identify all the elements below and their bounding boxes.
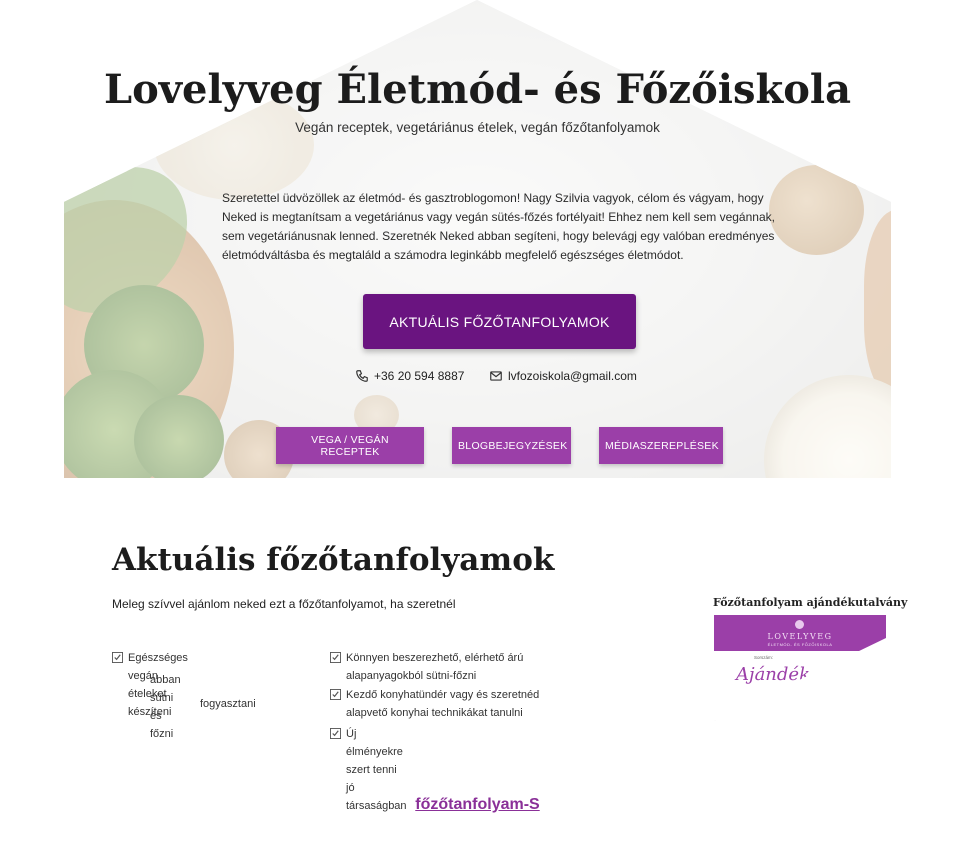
- courses-lead: Meleg szívvel ajánlom neked ezt a főzőta…: [112, 597, 456, 611]
- blog-posts-button[interactable]: BLOGBEJEGYZÉSEK: [452, 427, 571, 464]
- intro-text: Szeretettel üdvözöllek az életmód- és ga…: [222, 191, 775, 262]
- checklist-item: fogyasztani: [200, 695, 256, 713]
- envelope-icon: [490, 371, 502, 381]
- checkbox-icon: [112, 652, 123, 663]
- site-subtitle: Vegán receptek, vegetáriánus ételek, veg…: [295, 120, 660, 135]
- voucher-logo: LOVELYVEG: [767, 632, 833, 641]
- checkbox-icon: [330, 728, 341, 739]
- logo-icon: [795, 620, 804, 629]
- email-link[interactable]: lvfozoiskola@gmail.com: [489, 369, 637, 383]
- checklist-item: abban sütni és főzni: [150, 671, 181, 743]
- course-link[interactable]: főzőtanfolyam-S: [0, 796, 955, 814]
- gift-voucher-image[interactable]: LOVELYVEG ÉLETMÓD- ÉS FŐZŐISKOLA Sorszám…: [714, 615, 886, 721]
- checkbox-icon: [330, 652, 341, 663]
- voucher-title: Főzőtanfolyam ajándékutalvány: [713, 596, 908, 609]
- checkbox-icon: [330, 689, 341, 700]
- checklist-text: Kezdő konyhatündér vagy és szeretnéd ala…: [346, 689, 540, 719]
- email-address: lvfozoiskola@gmail.com: [508, 369, 637, 383]
- courses-title: Aktuális főzőtanfolyamok: [112, 542, 555, 578]
- media-appearances-button[interactable]: MÉDIASZEREPLÉSEK: [599, 427, 723, 464]
- current-courses-button[interactable]: AKTUÁLIS FŐZŐTANFOLYAMOK: [363, 294, 636, 349]
- voucher-script-text: Ajándék: [736, 664, 810, 685]
- checklist-text: fogyasztani: [200, 698, 256, 710]
- voucher-tagline: ÉLETMÓD- ÉS FŐZŐISKOLA: [767, 642, 833, 647]
- phone-number: +36 20 594 8887: [374, 369, 465, 383]
- phone-icon: [356, 370, 368, 382]
- phone-link[interactable]: +36 20 594 8887: [355, 369, 464, 383]
- checklist-item: Könnyen beszerezhető, elérhető árú alapa…: [330, 649, 550, 685]
- recipes-button[interactable]: VEGA / VEGÁN RECEPTEK: [276, 427, 424, 464]
- voucher-serial-label: Sorszám:: [754, 655, 774, 660]
- checklist-text: Könnyen beszerezhető, elérhető árú alapa…: [346, 652, 524, 682]
- checklist-text: abban sütni és főzni: [150, 674, 181, 740]
- site-title: Lovelyveg Életmód- és Főzőiskola: [103, 66, 852, 113]
- checklist-item: Kezdő konyhatündér vagy és szeretnéd ala…: [330, 686, 550, 722]
